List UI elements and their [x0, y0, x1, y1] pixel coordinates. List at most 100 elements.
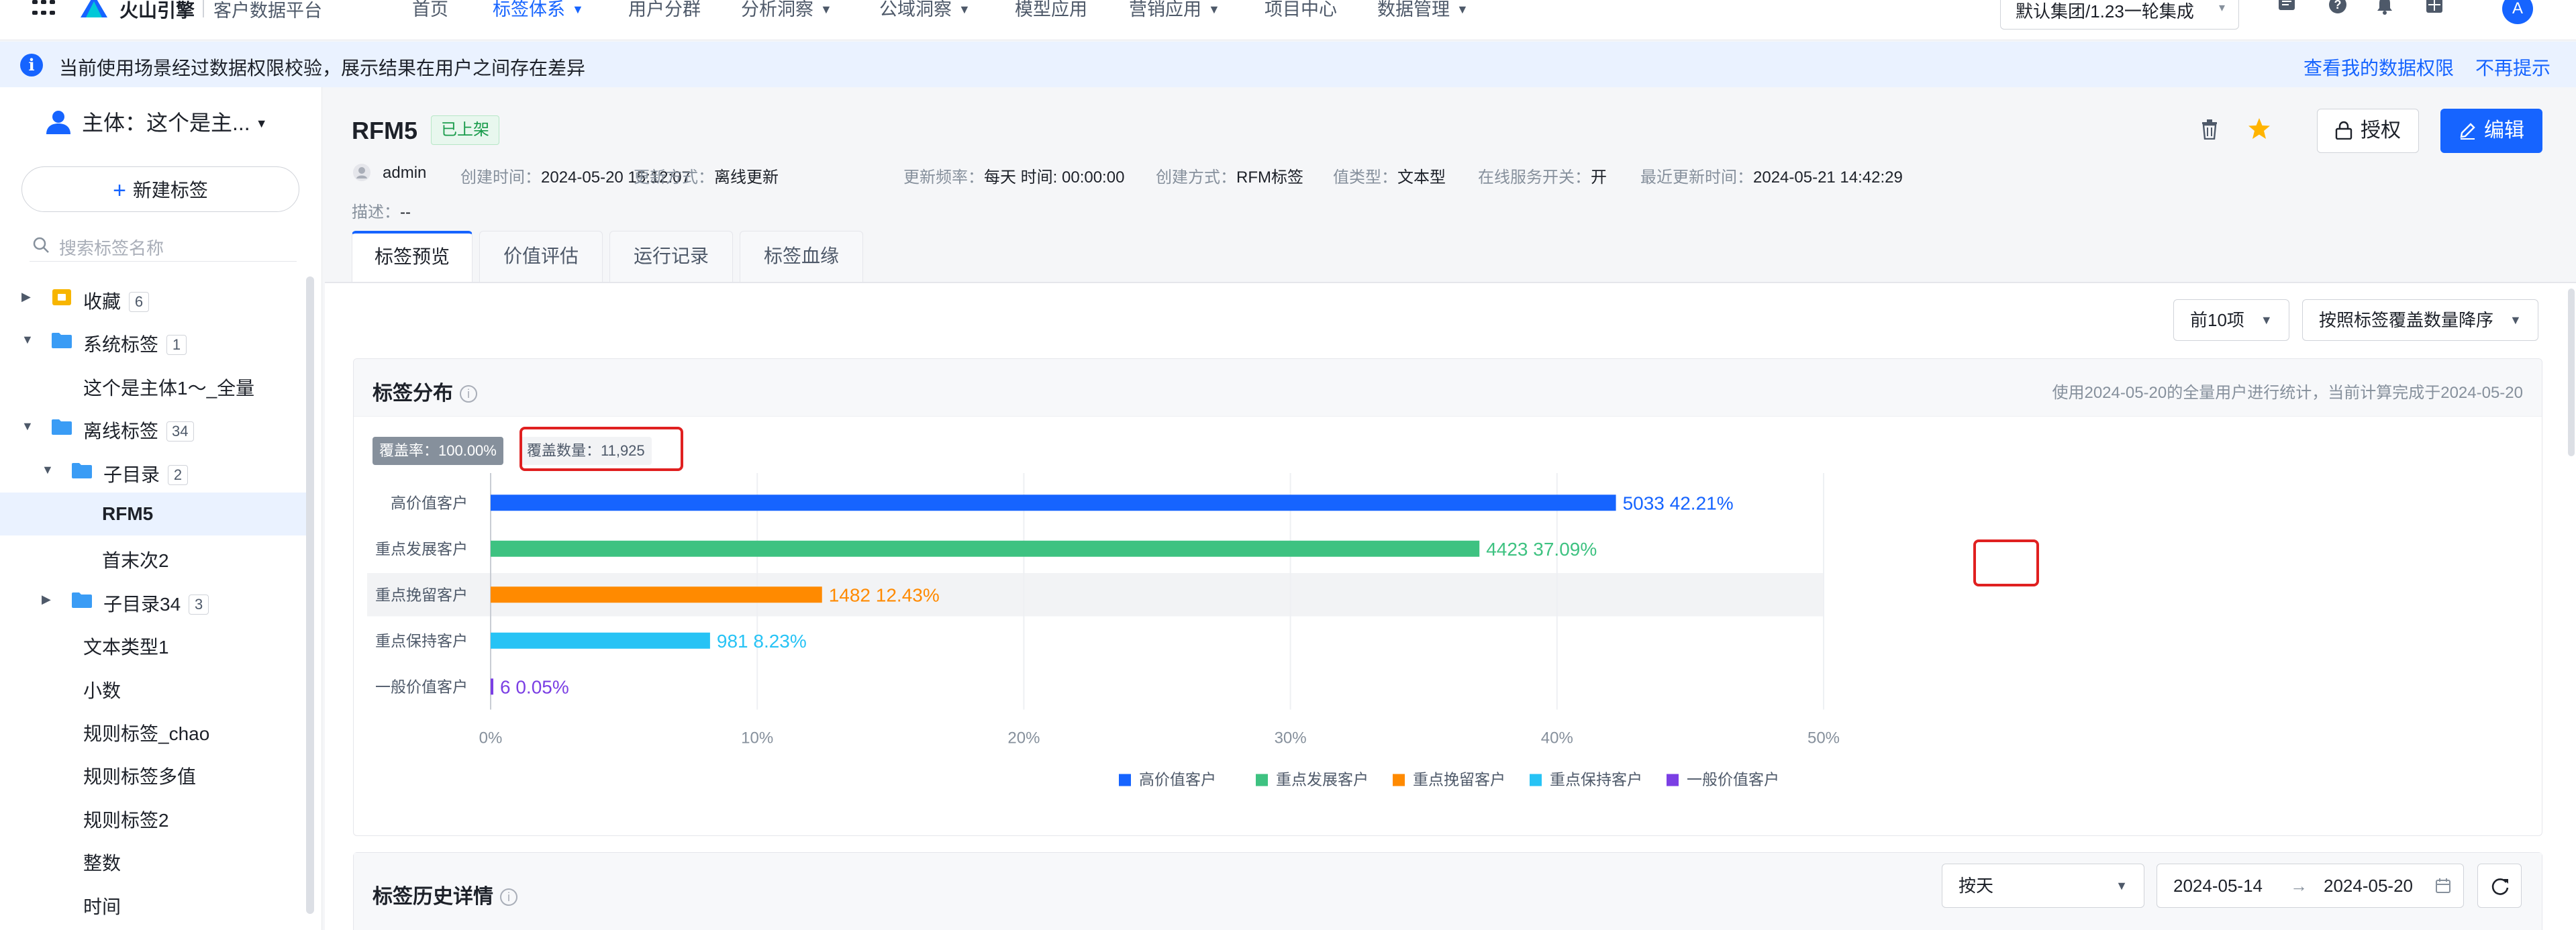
tree-item[interactable]: 规则标签_chao — [0, 709, 306, 752]
user-avatar[interactable]: A — [2502, 0, 2533, 24]
help-circle-icon[interactable]: i — [460, 385, 477, 403]
tree-item[interactable]: ▼ 子目录 2 — [0, 450, 306, 493]
refresh-icon — [2491, 878, 2509, 895]
tree-item-label: RFM5 — [102, 503, 153, 525]
tree-item-label: 时间 — [83, 892, 121, 919]
bar-value-label: 6 0.05% — [500, 676, 569, 697]
nav-item[interactable]: 模型应用 — [1015, 0, 1087, 21]
help-icon[interactable]: ? — [2328, 0, 2348, 15]
tree-item[interactable]: ▶ 子目录34 3 — [0, 579, 306, 622]
folder-icon — [52, 419, 72, 435]
app-grid-icon[interactable] — [32, 0, 55, 17]
tree-item-text: 时间 — [83, 896, 121, 917]
subject-selector[interactable]: 主体：这个是主... ▼ — [44, 106, 268, 137]
x-tick-label: 50% — [1807, 729, 1840, 747]
tree-item-label: 小数 — [83, 676, 121, 703]
nav-item[interactable]: 公域洞察 ▼ — [879, 0, 971, 21]
main-scrollbar[interactable] — [2568, 289, 2575, 456]
chevron-down-icon: ▼ — [1456, 3, 1469, 16]
nav-item[interactable]: 项目中心 — [1265, 0, 1337, 21]
tree-item[interactable]: 规则标签多值 — [0, 752, 306, 794]
owner-name: admin — [383, 164, 426, 183]
nav-item[interactable]: 分析洞察 ▼ — [741, 0, 832, 21]
tree-item-count: 3 — [189, 594, 209, 615]
tree-item[interactable]: ▶ 收藏 6 — [0, 276, 306, 319]
tree-item-text: 首末次2 — [102, 550, 169, 572]
tree-item[interactable]: 文本类型1 — [0, 622, 306, 665]
tree-item-label: 收藏 6 — [83, 287, 150, 314]
tab-preview[interactable]: 标签预览 — [352, 231, 473, 282]
meta-key: 值类型： — [1333, 168, 1397, 187]
date-range-picker[interactable]: 2024-05-14 → 2024-05-20 — [2157, 864, 2464, 908]
nav-item[interactable]: 数据管理 ▼ — [1377, 0, 1469, 21]
favorite-star-icon[interactable] — [2247, 117, 2271, 141]
tree-item[interactable]: 这个是主体1～_全量 — [0, 363, 306, 406]
tree-item-text: 这个是主体1～_全量 — [83, 377, 255, 399]
tree-item[interactable]: 整数 — [0, 838, 306, 881]
x-tick-label: 20% — [1007, 729, 1040, 747]
sidebar-scrollbar[interactable] — [306, 276, 314, 914]
tree-item-text: 小数 — [83, 680, 121, 701]
tree-item[interactable]: ▼ 系统标签 1 — [0, 319, 306, 362]
caret-down-icon[interactable]: ▼ — [21, 333, 34, 347]
bar-value-label: 4423 37.09% — [1486, 539, 1597, 560]
nav-item[interactable]: 首页 — [412, 0, 448, 21]
tree-item[interactable]: 规则标签2 — [0, 795, 306, 838]
brand-name[interactable]: 火山引擎 — [119, 0, 195, 23]
caret-down-icon[interactable]: ▼ — [42, 463, 54, 477]
card-title: 标签分布 i — [373, 376, 477, 406]
tree-item[interactable]: ▼ 离线标签 34 — [0, 406, 306, 449]
meta-key: 更新方式： — [634, 168, 714, 187]
date-start[interactable]: 2024-05-14 — [2173, 864, 2263, 907]
refresh-button[interactable] — [2477, 864, 2522, 908]
topn-select[interactable]: 前10项 ▼ — [2173, 299, 2289, 341]
tree-item-text: 系统标签 — [83, 334, 159, 356]
folder-icon — [72, 592, 92, 608]
org-selector[interactable]: 默认集团/1.23一轮集成 ▾ — [2000, 0, 2239, 30]
edit-button[interactable]: 编辑 — [2440, 109, 2542, 153]
caret-down-icon[interactable]: ▼ — [21, 419, 34, 433]
authorize-button[interactable]: 授权 — [2317, 109, 2419, 153]
delete-icon[interactable] — [2200, 119, 2219, 140]
chevron-down-icon: ▼ — [2510, 313, 2522, 327]
workspace-switch-icon[interactable] — [2424, 0, 2444, 15]
category-label: 重点发展客户 — [375, 540, 468, 558]
legend-label: 重点保持客户 — [1550, 771, 1642, 788]
meta-value: 开 — [1591, 168, 1607, 187]
granularity-select[interactable]: 按天 ▼ — [1942, 864, 2144, 908]
folder-icon — [52, 333, 72, 349]
date-end[interactable]: 2024-05-20 — [2324, 864, 2413, 907]
dismiss-alert-link[interactable]: 不再提示 — [2475, 54, 2550, 81]
sort-select[interactable]: 按照标签覆盖数量降序 ▼ — [2302, 299, 2538, 341]
help-circle-icon[interactable]: i — [500, 888, 517, 906]
tree-item-text: RFM5 — [102, 503, 154, 524]
new-tag-button[interactable]: + 新建标签 — [21, 166, 299, 212]
tag-sidebar: 主体：这个是主... ▼ + 新建标签 搜索标签名称 ▶ 收藏 6 ▼ 系统标签 1 这个是主体… — [0, 87, 322, 930]
tag-search[interactable]: 搜索标签名称 — [30, 229, 297, 262]
folder-icon — [72, 462, 92, 478]
notification-bell-icon[interactable] — [2375, 0, 2395, 15]
view-data-permission-link[interactable]: 查看我的数据权限 — [2303, 54, 2454, 81]
caret-right-icon[interactable]: ▶ — [42, 592, 51, 607]
description-value: -- — [400, 203, 411, 221]
meta-key: 最近更新时间： — [1640, 168, 1753, 187]
caret-right-icon[interactable]: ▶ — [21, 290, 31, 304]
tree-item[interactable]: 时间 — [0, 882, 306, 925]
tree-item[interactable]: 小数 — [0, 666, 306, 709]
tree-item[interactable]: 首末次2 — [0, 535, 306, 578]
category-label: 重点挽留客户 — [375, 586, 468, 603]
legend-swatch — [1393, 774, 1405, 786]
message-icon[interactable] — [2277, 0, 2297, 15]
tab-run-records[interactable]: 运行记录 — [609, 231, 733, 282]
tab-lineage[interactable]: 标签血缘 — [740, 231, 863, 282]
meta-item: 更新方式：离线更新 — [634, 164, 779, 187]
meta-key: 在线服务开关： — [1478, 168, 1591, 187]
volcengine-logo-icon — [81, 0, 107, 17]
nav-item[interactable]: 营销应用 ▼ — [1129, 0, 1220, 21]
tree-item[interactable]: RFM5 — [0, 493, 306, 535]
nav-item-label: 公域洞察 — [879, 0, 952, 19]
nav-item[interactable]: 用户分群 — [628, 0, 701, 21]
nav-item[interactable]: 标签体系 ▼ — [493, 0, 584, 21]
tab-value-evaluation[interactable]: 价值评估 — [479, 231, 603, 282]
legend-swatch — [1530, 774, 1542, 786]
